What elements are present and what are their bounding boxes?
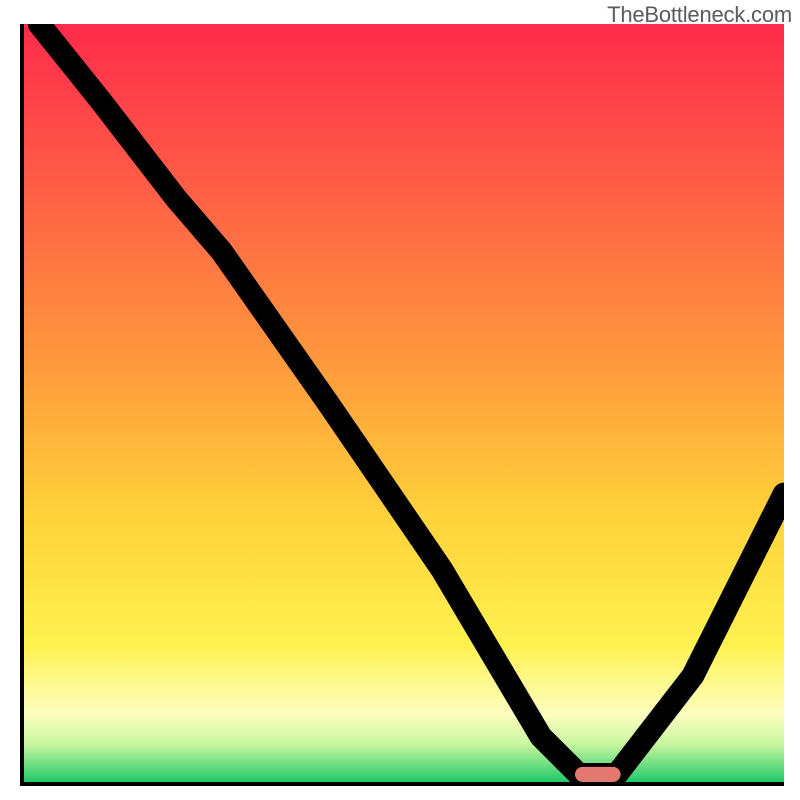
- chart-container: TheBottleneck.com: [0, 0, 800, 800]
- optimum-marker: [575, 767, 621, 782]
- curve-layer: [24, 24, 784, 782]
- plot-area: [20, 24, 784, 786]
- bottleneck-curve: [39, 24, 784, 774]
